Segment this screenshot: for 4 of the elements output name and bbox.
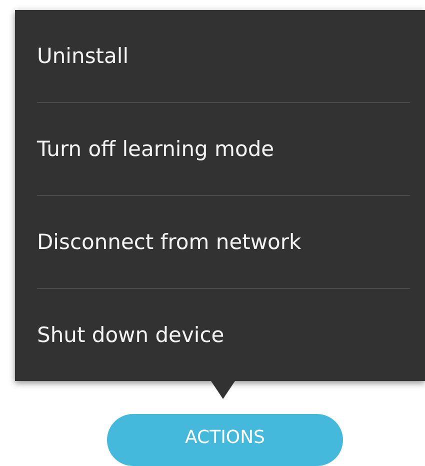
- menu-item[interactable]: Turn off learning mode: [37, 137, 274, 162]
- menu-item[interactable]: Disconnect from network: [37, 230, 302, 254]
- menu-item[interactable]: Uninstall: [37, 44, 129, 68]
- menu-item[interactable]: Shut down device: [37, 323, 224, 348]
